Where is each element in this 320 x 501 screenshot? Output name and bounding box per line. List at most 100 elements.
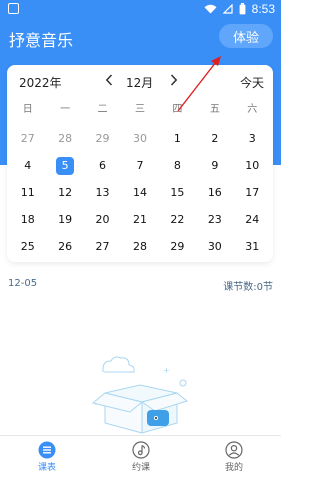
day-number: 14	[132, 186, 147, 199]
empty-box-illustration: + +	[91, 356, 189, 434]
year-label[interactable]: 2022年	[19, 74, 62, 91]
tab-schedule[interactable]: 课表	[17, 440, 77, 473]
day-number: 3	[248, 132, 256, 145]
calendar-day[interactable]: 28	[46, 125, 83, 152]
day-number: 1	[173, 132, 181, 145]
calendar-day[interactable]: 15	[159, 179, 196, 206]
weekday-label: 六	[247, 104, 258, 115]
day-number: 8	[173, 159, 181, 172]
day-number: 21	[132, 213, 147, 226]
day-number: 24	[245, 213, 260, 226]
weekday-label: 五	[209, 104, 220, 115]
calendar-day[interactable]: 9	[196, 152, 233, 179]
day-number: 5	[56, 156, 75, 175]
calendar-day-selected[interactable]: 5	[46, 152, 83, 179]
calendar-day[interactable]: 2	[196, 125, 233, 152]
prev-month-icon[interactable]	[102, 73, 116, 87]
tab-label: 我的	[224, 463, 243, 473]
day-number: 2	[211, 132, 219, 145]
weekday-header: 日 一 二 三 四 五 六	[9, 100, 271, 115]
calendar-card: 2022年 12月 今天 日 一 二 三 四 五 六 27 28 29 30 1 2 3 4 5…	[7, 65, 273, 262]
calendar-day[interactable]: 30	[121, 125, 158, 152]
day-number: 15	[170, 186, 185, 199]
calendar-day[interactable]: 4	[9, 152, 46, 179]
calendar-day[interactable]: 10	[234, 152, 271, 179]
day-number: 22	[170, 213, 185, 226]
wifi-icon	[204, 4, 217, 14]
day-number: 28	[132, 240, 147, 253]
day-number: 19	[58, 213, 73, 226]
trial-button[interactable]: 体验	[219, 24, 273, 48]
calendar-day[interactable]: 1	[159, 125, 196, 152]
calendar-day[interactable]: 27	[84, 233, 121, 260]
calendar-day[interactable]: 24	[234, 206, 271, 233]
today-button[interactable]: 今天	[240, 74, 264, 91]
calendar-week-row: 4 5 6 7 8 9 10	[9, 152, 271, 179]
calendar-day[interactable]: 29	[159, 233, 196, 260]
day-number: 18	[20, 213, 35, 226]
calendar-day[interactable]: 11	[9, 179, 46, 206]
day-number: 16	[207, 186, 222, 199]
calendar-week-row: 11 12 13 14 15 16 17	[9, 179, 271, 206]
day-number: 23	[207, 213, 222, 226]
calendar-day[interactable]: 29	[84, 125, 121, 152]
month-label: 12月	[126, 76, 154, 90]
list-icon	[37, 440, 57, 460]
calendar-week-row: 25 26 27 28 29 30 31	[9, 233, 271, 260]
signal-icon	[222, 4, 233, 14]
day-number: 9	[211, 159, 219, 172]
calendar-day[interactable]: 30	[196, 233, 233, 260]
day-number: 29	[170, 240, 185, 253]
calendar-day[interactable]: 23	[196, 206, 233, 233]
calendar-day[interactable]: 26	[46, 233, 83, 260]
calendar-day[interactable]: 18	[9, 206, 46, 233]
calendar-day[interactable]: 7	[121, 152, 158, 179]
status-time: 8:53	[251, 2, 275, 16]
svg-text:+: +	[163, 366, 170, 375]
calendar-day[interactable]: 17	[234, 179, 271, 206]
weekday-label: 日	[22, 104, 33, 115]
calendar-day[interactable]: 14	[121, 179, 158, 206]
calendar-day[interactable]: 13	[84, 179, 121, 206]
calendar-day[interactable]: 16	[196, 179, 233, 206]
calendar-day[interactable]: 20	[84, 206, 121, 233]
calendar-day[interactable]: 8	[159, 152, 196, 179]
day-number: 30	[207, 240, 222, 253]
day-number: 13	[95, 186, 110, 199]
calendar-day[interactable]: 12	[46, 179, 83, 206]
calendar-day[interactable]: 19	[46, 206, 83, 233]
calendar-week-row: 27 28 29 30 1 2 3	[9, 125, 271, 152]
day-number: 17	[245, 186, 260, 199]
app-title: 抒意音乐	[9, 31, 74, 50]
day-number: 12	[58, 186, 73, 199]
calendar-grid: 27 28 29 30 1 2 3 4 5 6 7 8 9 10 11 12 13 14 15 16 17 18 19 20 2…	[9, 125, 271, 260]
tab-booking[interactable]: 约课	[111, 440, 171, 473]
calendar-header: 2022年 12月 今天	[7, 65, 273, 95]
calendar-day[interactable]: 25	[9, 233, 46, 260]
day-number: 20	[95, 213, 110, 226]
calendar-day[interactable]: 27	[9, 125, 46, 152]
calendar-day[interactable]: 21	[121, 206, 158, 233]
calendar-day[interactable]: 22	[159, 206, 196, 233]
day-number: 7	[136, 159, 144, 172]
weekday-label: 一	[60, 104, 71, 115]
next-month-icon[interactable]	[167, 73, 181, 87]
weekday-label: 四	[172, 104, 183, 115]
tab-profile[interactable]: 我的	[204, 440, 264, 473]
calendar-day[interactable]: 31	[234, 233, 271, 260]
day-number: 30	[132, 132, 147, 145]
calendar-day[interactable]: 3	[234, 125, 271, 152]
calendar-week-row: 18 19 20 21 22 23 24	[9, 206, 271, 233]
calendar-day[interactable]: 28	[121, 233, 158, 260]
day-number: 28	[58, 132, 73, 145]
tab-label: 约课	[131, 463, 150, 473]
day-number: 4	[24, 159, 32, 172]
tab-label: 课表	[37, 463, 56, 473]
day-number: 29	[95, 132, 110, 145]
calendar-day[interactable]: 6	[84, 152, 121, 179]
schedule-info: 12-05 课节数:0节	[8, 278, 273, 293]
battery-icon	[239, 3, 246, 15]
selected-date: 12-05	[8, 278, 38, 289]
day-number: 25	[20, 240, 35, 253]
weekday-label: 二	[97, 104, 108, 115]
